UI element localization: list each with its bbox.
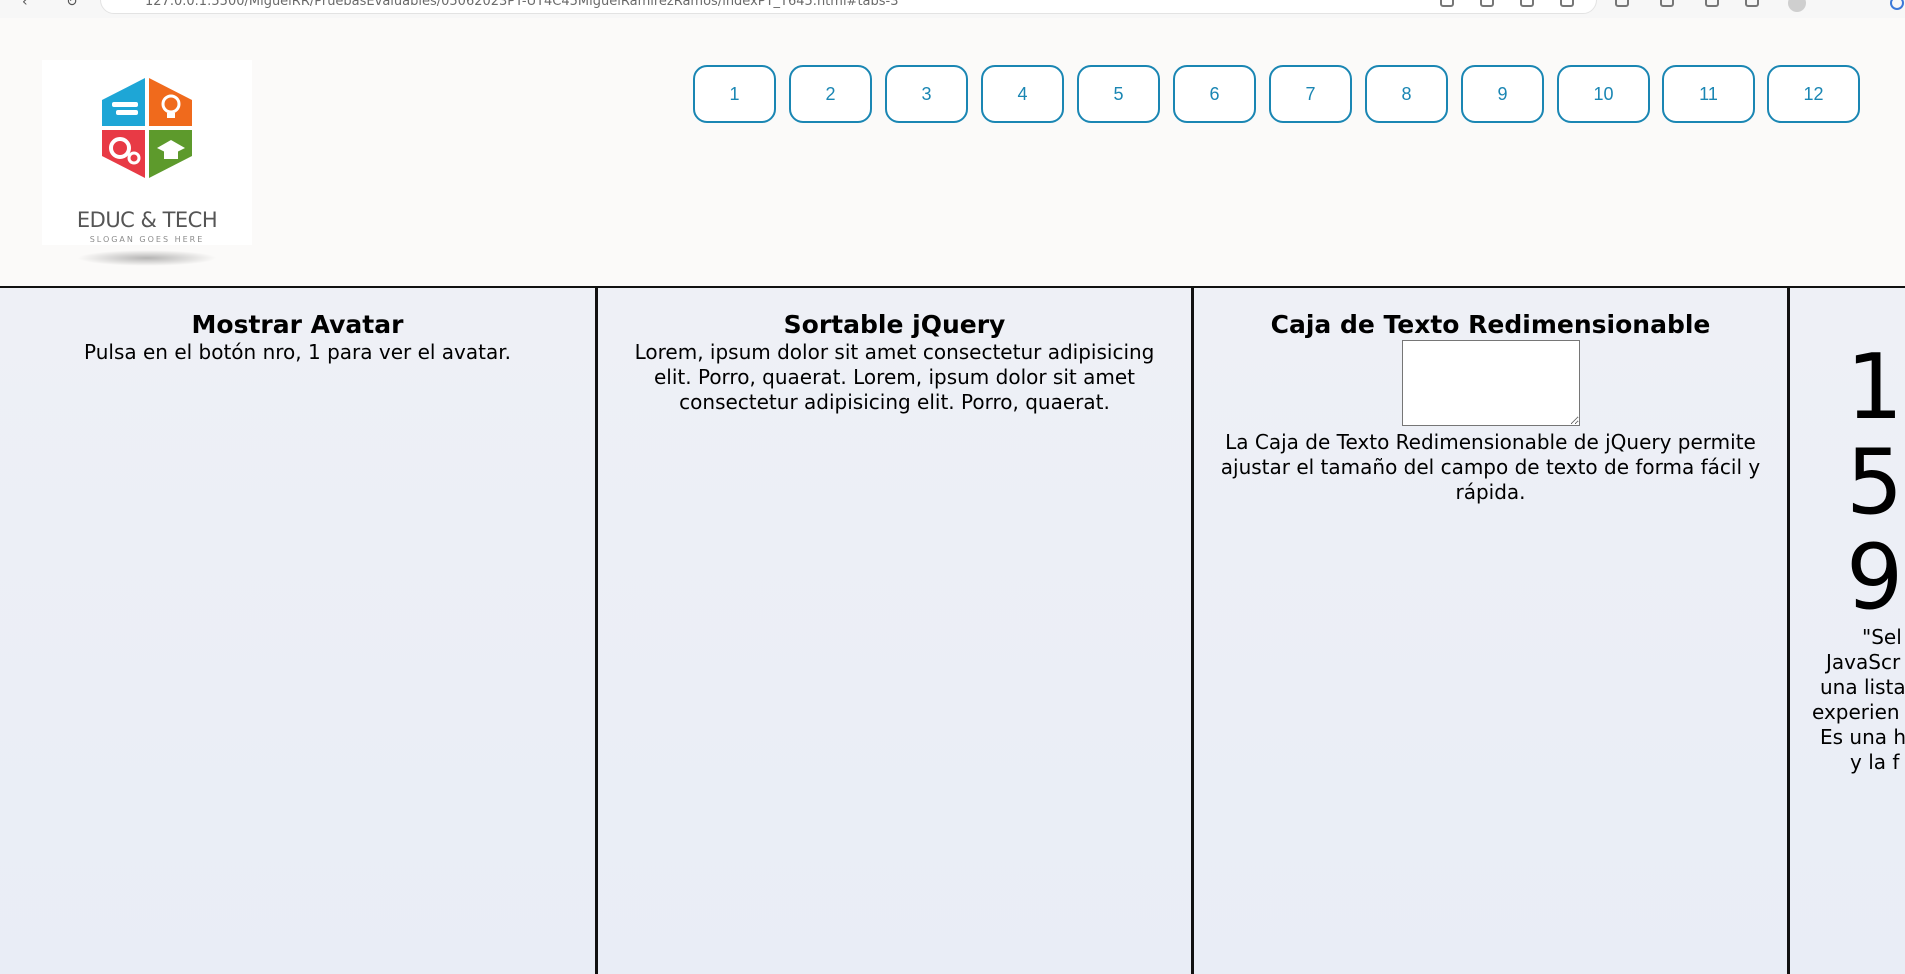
tab-button-1[interactable]: 1 (693, 65, 776, 123)
tab-button-3[interactable]: 3 (885, 65, 968, 123)
resizable-textarea[interactable] (1401, 340, 1580, 426)
tab-button-9[interactable]: 9 (1461, 65, 1544, 123)
tab-button-2[interactable]: 2 (789, 65, 872, 123)
panel-text-line: experien (1812, 700, 1900, 724)
copilot-icon[interactable] (1890, 0, 1904, 10)
panel-text-line: una lista (1820, 675, 1905, 699)
profile-avatar-icon[interactable] (1788, 0, 1806, 12)
logo: EDUC & TECH SLOGAN GOES HERE (42, 60, 252, 266)
split-screen-icon[interactable] (1615, 0, 1629, 7)
logo-title: EDUC & TECH (76, 208, 218, 232)
back-icon[interactable]: ‹ (22, 0, 28, 10)
logo-shadow (77, 250, 217, 266)
logo-hexagon-icon (102, 78, 192, 178)
panel-sortable: Sortable jQuery Lorem, ipsum dolor sit a… (598, 288, 1194, 974)
panel-title: Sortable jQuery (783, 310, 1006, 339)
panel-text-line: Es una h (1820, 725, 1905, 749)
favorite-icon[interactable] (1560, 0, 1574, 7)
panel-text-line: y la f (1850, 750, 1900, 774)
tab-button-5[interactable]: 5 (1077, 65, 1160, 123)
tab-button-11[interactable]: 11 (1662, 65, 1755, 123)
tab-button-7[interactable]: 7 (1269, 65, 1352, 123)
collections-icon[interactable] (1705, 0, 1719, 7)
tab-button-8[interactable]: 8 (1365, 65, 1448, 123)
browser-toolbar: ‹ ↻ 127.0.0.1:5500/MiguelRR/PruebasEvalu… (0, 0, 1905, 19)
address-bar-url: 127.0.0.1:5500/MiguelRR/PruebasEvaluable… (145, 0, 899, 9)
page-header: EDUC & TECH SLOGAN GOES HERE 1 2 3 4 5 6… (0, 18, 1905, 286)
panel-text: Pulsa en el botón nro, 1 para ver el ava… (84, 340, 511, 364)
reload-icon[interactable]: ↻ (66, 0, 78, 10)
panels-container: Mostrar Avatar Pulsa en el botón nro, 1 … (0, 286, 1905, 974)
tab-button-4[interactable]: 4 (981, 65, 1064, 123)
selectable-item[interactable]: 5 (1790, 435, 1905, 530)
panel-title: Mostrar Avatar (191, 310, 404, 339)
tab-button-6[interactable]: 6 (1173, 65, 1256, 123)
tab-button-12[interactable]: 12 (1767, 65, 1860, 123)
star-icon[interactable] (1440, 0, 1454, 7)
read-aloud-icon[interactable] (1480, 0, 1494, 7)
panel-selectable: 1 5 9 "Sel JavaScr una lista experien Es… (1790, 288, 1905, 974)
panel-resizable: Caja de Texto Redimensionable La Caja de… (1194, 288, 1790, 974)
tab-button-10[interactable]: 10 (1557, 65, 1650, 123)
logo-slogan: SLOGAN GOES HERE (89, 235, 205, 244)
panel-text: La Caja de Texto Redimensionable de jQue… (1220, 430, 1761, 504)
extension-icon[interactable] (1745, 0, 1759, 7)
panel-avatar: Mostrar Avatar Pulsa en el botón nro, 1 … (0, 288, 598, 974)
selectable-item[interactable]: 1 (1790, 340, 1905, 435)
panel-text: Lorem, ipsum dolor sit amet consectetur … (634, 340, 1155, 414)
panel-text-line: JavaScr (1826, 650, 1901, 674)
favorites-list-icon[interactable] (1660, 0, 1674, 7)
selectable-item[interactable]: 9 (1790, 530, 1905, 625)
zoom-icon[interactable] (1520, 0, 1534, 7)
panel-title: Caja de Texto Redimensionable (1270, 310, 1711, 339)
